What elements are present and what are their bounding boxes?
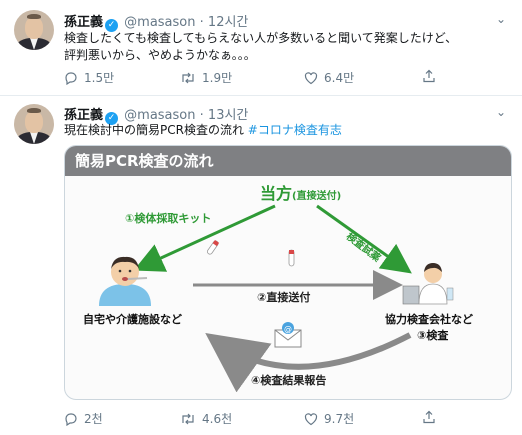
result-report-label: ④検査結果報告 — [251, 374, 327, 387]
like-count: 9.7천 — [324, 412, 355, 426]
svg-text:@: @ — [284, 325, 292, 334]
tweet-actions: 2천 4.6천 9.7천 — [64, 410, 464, 426]
timestamp[interactable]: 13시간 — [208, 108, 248, 123]
reply-button[interactable]: 2천 — [64, 410, 103, 427]
heart-icon — [304, 71, 318, 84]
tweet-header: 孫正義 ✓ @masason · 12시간 — [64, 11, 248, 32]
retweet-icon — [182, 413, 194, 424]
result-report-arrow — [205, 332, 412, 393]
right-node-sublabel: ③検査 — [417, 329, 449, 342]
image-card[interactable]: 簡易PCR検査の流れ @ 当方(直接送付) ①検体採取キット 検査試薬 ②直接送… — [64, 145, 512, 400]
kit-label: ①検体採取キット — [125, 212, 212, 225]
tweet-text-body: 現在検討中の簡易PCR検査の流れ — [64, 123, 244, 137]
tweet-text-line: 評判悪いから、やめようかなぁ。。。 — [64, 48, 256, 62]
tweet-text: 検査したくても検査してもらえない人が多数いると聞いて発案したけど、 評判悪いから… — [64, 30, 504, 64]
timestamp[interactable]: 12시간 — [208, 15, 248, 30]
share-button[interactable] — [422, 69, 436, 83]
share-icon — [423, 69, 435, 83]
retweet-icon — [182, 72, 194, 83]
reply-button[interactable]: 1.5만 — [64, 69, 114, 86]
tweet[interactable]: 孫正義 ✓ @masason · 13시간 ⌄ 現在検討中の簡易PCR検査の流れ … — [0, 96, 522, 435]
heart-icon — [304, 412, 318, 425]
retweet-count: 4.6천 — [202, 412, 233, 426]
user-handle[interactable]: @masason — [124, 108, 195, 123]
display-name[interactable]: 孫正義 — [64, 15, 103, 30]
left-node-label: 自宅や介護施設など — [83, 313, 182, 326]
chevron-down-icon[interactable]: ⌄ — [496, 105, 506, 119]
center-top-text: 当方 — [260, 184, 293, 203]
avatar[interactable] — [14, 10, 54, 50]
share-icon — [423, 410, 435, 424]
lab-worker-figure — [402, 263, 454, 305]
center-top-label: 当方(直接送付) — [260, 180, 341, 204]
display-name[interactable]: 孫正義 — [64, 108, 103, 123]
share-button[interactable] — [422, 410, 436, 424]
like-button[interactable]: 6.4만 — [304, 69, 354, 86]
tweet-actions: 1.5만 1.9만 6.4만 — [64, 69, 464, 85]
retweet-button[interactable]: 1.9만 — [180, 69, 232, 86]
separator: · — [199, 15, 204, 30]
reply-count: 2천 — [84, 412, 103, 426]
email-icon: @ — [274, 322, 302, 348]
tweet[interactable]: 孫正義 ✓ @masason · 12시간 ⌄ 検査したくても検査してもらえない人… — [0, 0, 522, 96]
reply-icon — [65, 412, 77, 426]
tweet-text-line: 検査したくても検査してもらえない人が多数いると聞いて発案したけど、 — [64, 31, 458, 45]
user-handle[interactable]: @masason — [124, 15, 195, 30]
reply-icon — [65, 71, 77, 85]
direct-send-label: ②直接送付 — [257, 291, 311, 304]
like-button[interactable]: 9.7천 — [304, 410, 354, 427]
reply-count: 1.5만 — [84, 71, 115, 85]
center-top-sub: (直接送付) — [292, 191, 342, 202]
retweet-button[interactable]: 4.6천 — [180, 410, 232, 427]
like-count: 6.4만 — [324, 71, 355, 85]
patient-figure — [99, 256, 151, 306]
right-node-label: 協力検査会社など — [385, 313, 473, 326]
test-tube-icon — [288, 249, 295, 267]
hashtag-link[interactable]: #コロナ検査有志 — [248, 123, 342, 137]
tweet-text: 現在検討中の簡易PCR検査の流れ #コロナ検査有志 — [64, 122, 504, 139]
separator: · — [199, 108, 204, 123]
retweet-count: 1.9만 — [202, 71, 233, 85]
chevron-down-icon[interactable]: ⌄ — [496, 12, 506, 26]
test-tube-icon — [206, 240, 220, 255]
avatar[interactable] — [14, 104, 54, 144]
